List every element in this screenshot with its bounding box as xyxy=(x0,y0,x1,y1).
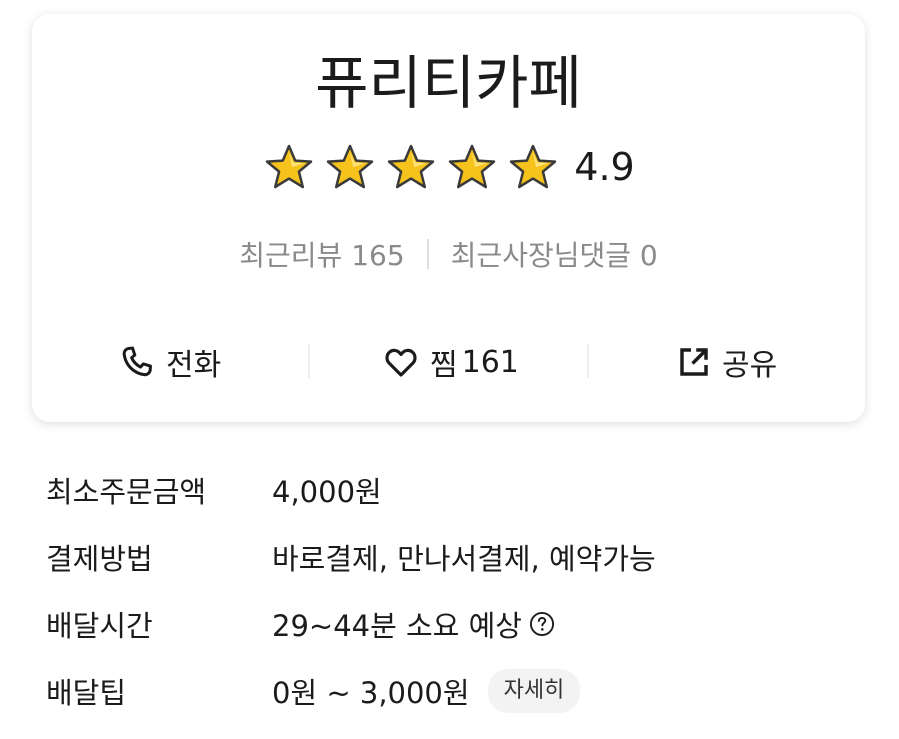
rating-row: 4.9 xyxy=(32,142,865,192)
store-details: 최소주문금액 4,000원 결제방법 바로결제, 만나서결제, 예약가능 배달시… xyxy=(46,456,866,724)
info-value-wrap: 0원 ~ 3,000원 자세히 xyxy=(272,668,581,713)
recent-reviews-link[interactable]: 최근리뷰 165 xyxy=(239,234,404,274)
info-row-payment: 결제방법 바로결제, 만나서결제, 예약가능 xyxy=(46,523,866,590)
store-name: 퓨리티카페 xyxy=(315,49,582,117)
share-label: 공유 xyxy=(722,348,778,383)
star-icon xyxy=(506,143,560,191)
rating-value: 4.9 xyxy=(574,145,635,189)
review-stats: 최근리뷰 165 최근사장님댓글 0 xyxy=(32,234,865,274)
star-icon xyxy=(445,143,499,191)
divider xyxy=(587,344,589,378)
info-label: 결제방법 xyxy=(46,541,153,576)
owner-comments-link[interactable]: 최근사장님댓글 0 xyxy=(451,234,658,274)
question-circle-icon[interactable] xyxy=(528,610,556,638)
info-label: 최소주문금액 xyxy=(46,474,207,509)
phone-icon xyxy=(118,343,156,381)
call-label: 전화 xyxy=(166,348,222,383)
info-label: 배달시간 xyxy=(46,608,153,643)
info-value: 바로결제, 만나서결제, 예약가능 xyxy=(272,541,656,576)
star-rating xyxy=(262,143,560,191)
info-value-wrap: 29~44분 소요 예상 xyxy=(272,603,556,645)
call-button[interactable]: 전화 xyxy=(118,326,221,398)
star-icon xyxy=(384,143,438,191)
detail-button[interactable]: 자세히 xyxy=(487,668,581,713)
store-info-card: 퓨리티카페 4.9 최근리뷰 165 최근사장님댓글 0 전화 찜 161 공유 xyxy=(32,14,865,422)
info-row-delivery-time: 배달시간 29~44분 소요 예상 xyxy=(46,590,866,657)
star-icon xyxy=(323,143,377,191)
info-value: 0원 ~ 3,000원 xyxy=(272,675,470,710)
favorite-label: 찜 xyxy=(430,348,458,383)
info-row-min-order: 최소주문금액 4,000원 xyxy=(46,456,866,523)
info-row-delivery-tip: 배달팁 0원 ~ 3,000원 자세히 xyxy=(46,657,866,724)
divider xyxy=(426,239,429,269)
info-value: 4,000원 xyxy=(272,474,382,509)
favorite-count: 161 xyxy=(461,344,519,380)
info-value: 29~44분 소요 예상 xyxy=(272,608,522,643)
info-label: 배달팁 xyxy=(46,675,127,710)
star-icon xyxy=(262,143,316,191)
share-icon xyxy=(676,344,712,380)
divider xyxy=(308,344,310,378)
heart-icon xyxy=(382,343,420,381)
favorite-button[interactable]: 찜 161 xyxy=(382,326,519,398)
share-button[interactable]: 공유 xyxy=(676,326,777,398)
action-bar: 전화 찜 161 공유 xyxy=(32,326,865,398)
